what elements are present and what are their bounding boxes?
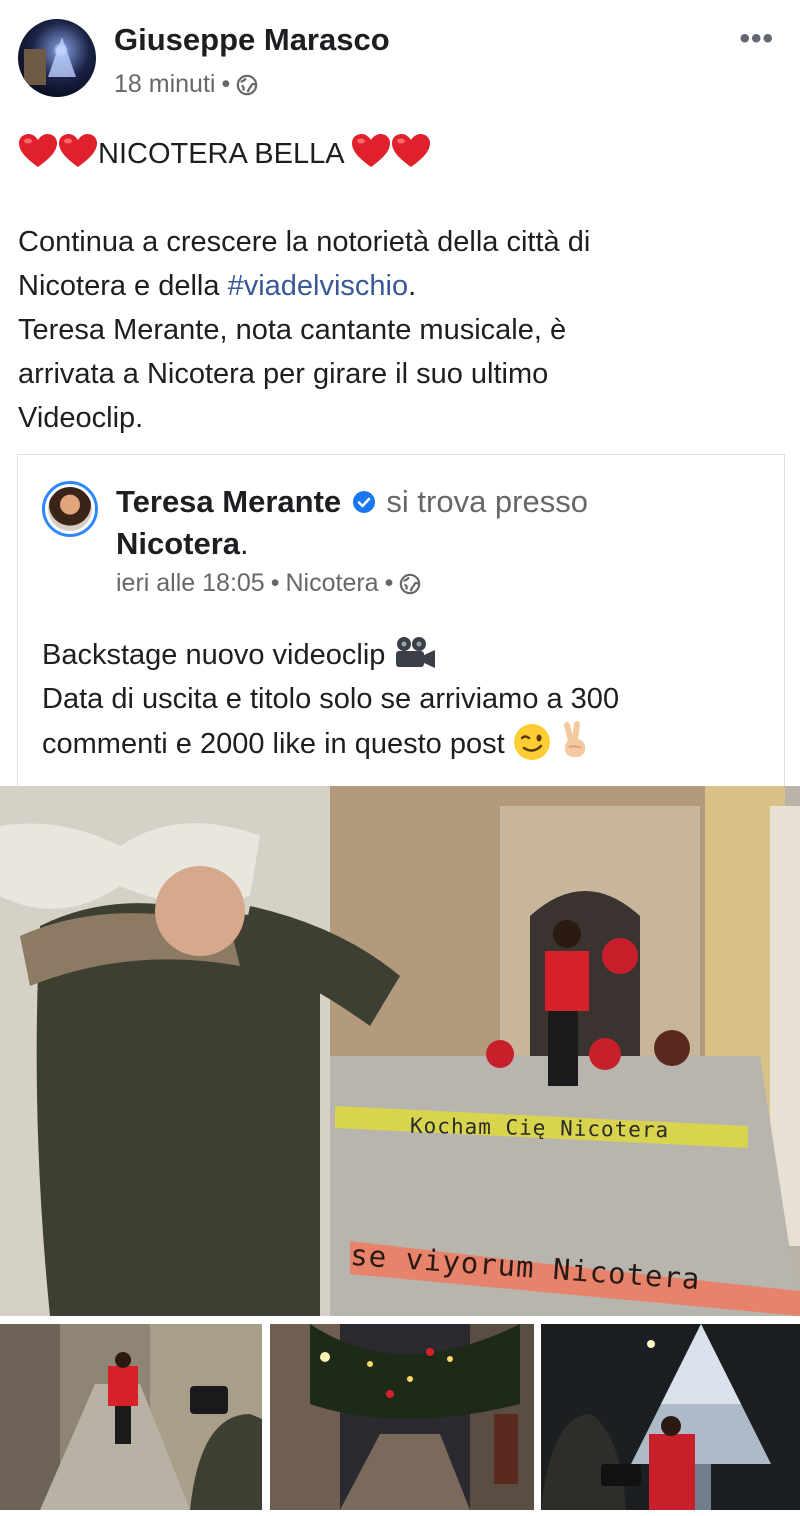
banner-top-text: Kocham Cię Nicotera	[409, 1113, 670, 1143]
post-body-text: .	[408, 270, 417, 302]
meta-separator: •	[221, 70, 231, 98]
post-meta: 18 minuti •	[114, 70, 258, 99]
main-photo[interactable]: Kocham Cię Nicotera se viyorum Nicotera	[0, 786, 800, 1316]
post-time[interactable]: 18 minuti	[114, 70, 215, 99]
shared-text: Backstage nuovo videoclip	[42, 639, 394, 671]
shared-post-place[interactable]: Nicotera	[285, 569, 378, 598]
location-intro: si trova presso	[377, 484, 588, 519]
post-text: NICOTERA BELLA Continua a crescere la no…	[18, 132, 788, 440]
shared-text-line: Data di uscita e titolo solo se arriviam…	[42, 683, 620, 715]
post-body-line: Continua a crescere la notorietà della c…	[18, 226, 591, 258]
shared-text-line: commenti e 2000 like in questo post	[42, 721, 619, 766]
heart-emoji-icon	[59, 134, 97, 167]
photo-thumbnail[interactable]	[270, 1324, 534, 1510]
heart-emoji-icon	[352, 134, 391, 167]
avatar-tree-shape	[48, 37, 76, 77]
thumbnail-christmas-street-illustration	[270, 1324, 534, 1510]
verified-badge-icon	[352, 491, 375, 513]
author-avatar[interactable]	[18, 19, 96, 97]
shared-author-avatar[interactable]	[42, 481, 98, 537]
more-options-icon[interactable]: •••	[739, 22, 774, 56]
post-body-line: arrivata a Nicotera per girare il suo ul…	[18, 358, 549, 390]
shared-post-header: Teresa Merante si trova presso Nicotera.	[116, 481, 756, 565]
globe-icon	[400, 573, 421, 594]
post-body-line: Teresa Merante, nota cantante musicale, …	[18, 314, 567, 346]
hashtag-link[interactable]: #viadelvischio	[228, 270, 409, 302]
avatar-building-shape	[24, 49, 46, 85]
movie-camera-emoji-icon	[396, 637, 436, 668]
shared-post-meta: ieri alle 18:05 • Nicotera •	[116, 569, 421, 598]
shared-post-time[interactable]: ieri alle 18:05	[116, 569, 265, 598]
photo-thumbnail[interactable]	[541, 1324, 800, 1510]
main-photo-illustration	[0, 786, 800, 1316]
meta-separator: •	[384, 569, 394, 597]
post-body-line: Videoclip.	[18, 402, 144, 434]
thumbnail-christmas-tree-illustration	[541, 1324, 800, 1510]
post-title-line: NICOTERA BELLA	[18, 132, 788, 176]
shared-text-line: Backstage nuovo videoclip	[42, 633, 619, 677]
post-body-text: Nicotera e della	[18, 270, 228, 302]
heart-emoji-icon	[19, 134, 57, 167]
avatar-photo	[48, 487, 92, 531]
location-period: .	[240, 526, 249, 561]
winking-face-emoji-icon	[513, 724, 550, 760]
post-header: Giuseppe Marasco 18 minuti • •••	[0, 0, 800, 110]
shared-post-card[interactable]: Teresa Merante si trova presso Nicotera.…	[17, 454, 785, 786]
thumbnail-street-illustration	[0, 1324, 262, 1510]
meta-separator: •	[270, 569, 280, 597]
post-body-line: Nicotera e della #viadelvischio.	[18, 264, 788, 308]
post-title: NICOTERA BELLA	[98, 138, 352, 170]
location-link[interactable]: Nicotera	[116, 526, 240, 561]
shared-post-text: Backstage nuovo videoclip Data di uscita…	[42, 633, 619, 766]
shared-author-name[interactable]: Teresa Merante	[116, 484, 341, 519]
heart-emoji-icon	[392, 134, 431, 167]
victory-hand-emoji-icon	[563, 721, 585, 757]
globe-icon	[236, 74, 258, 95]
shared-text: commenti e 2000 like in questo post	[42, 728, 513, 760]
photo-thumbnail[interactable]	[0, 1324, 262, 1510]
author-name[interactable]: Giuseppe Marasco	[114, 22, 390, 58]
